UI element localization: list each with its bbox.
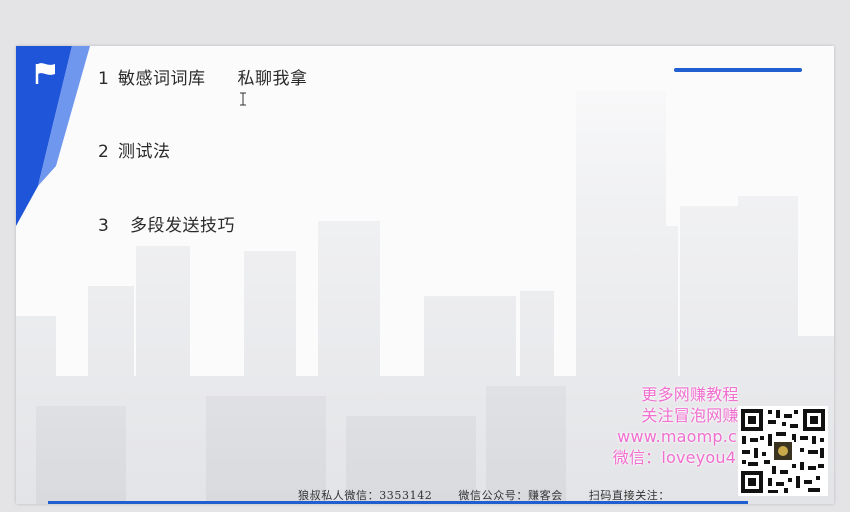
agenda-item-number: 1 — [98, 69, 110, 89]
agenda-item-2: 2 测试法 — [98, 137, 171, 162]
qr-code-icon[interactable] — [738, 406, 828, 496]
watermark-line: 更多网赚教程 — [641, 385, 739, 404]
agenda-item-1: 1 敏感词词库 私聊我拿 — [98, 64, 308, 89]
flag-icon — [35, 63, 55, 84]
footer-contact: 狼叔私人微信：3353142 微信公众号：赚客会 扫码直接关注： — [298, 487, 670, 503]
footer-wechat-public: 微信公众号：赚客会 — [458, 489, 563, 502]
agenda-item-note: 私聊我拿 — [237, 69, 308, 89]
agenda-item-number: 2 — [98, 142, 110, 162]
title-accent-line — [674, 68, 802, 72]
agenda-item-3: 3 多段发送技巧 — [98, 211, 235, 236]
footer-scan-label: 扫码直接关注： — [588, 489, 670, 502]
footer-wechat-personal: 狼叔私人微信：3353142 — [298, 489, 433, 502]
screen: 1 敏感词词库 私聊我拿 2 测试法 3 多段发送技巧 狼叔私人微信：3353142 微信… — [0, 0, 850, 512]
agenda-item-text: 多段发送技巧 — [130, 216, 235, 236]
agenda-item-text: 测试法 — [118, 142, 171, 162]
agenda-item-text: 敏感词词库 — [118, 69, 206, 89]
agenda-item-number: 3 — [98, 216, 110, 236]
text-cursor-icon — [240, 92, 246, 106]
